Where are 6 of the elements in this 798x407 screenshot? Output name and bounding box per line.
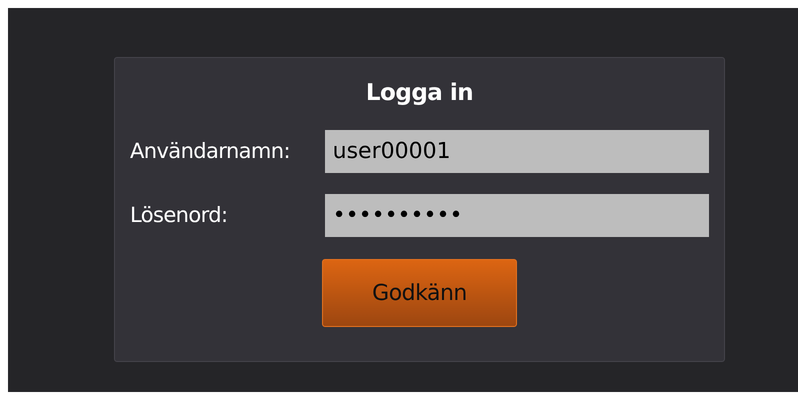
form-title: Logga in — [364, 79, 474, 108]
field-label: Användarnamn: — [130, 138, 291, 165]
input-field[interactable]: user00001 — [324, 130, 709, 173]
submit-button[interactable]: Godkänn — [322, 259, 517, 327]
input-field[interactable]: •••••••••• — [324, 194, 709, 237]
field-label: Lösenord: — [130, 202, 228, 229]
